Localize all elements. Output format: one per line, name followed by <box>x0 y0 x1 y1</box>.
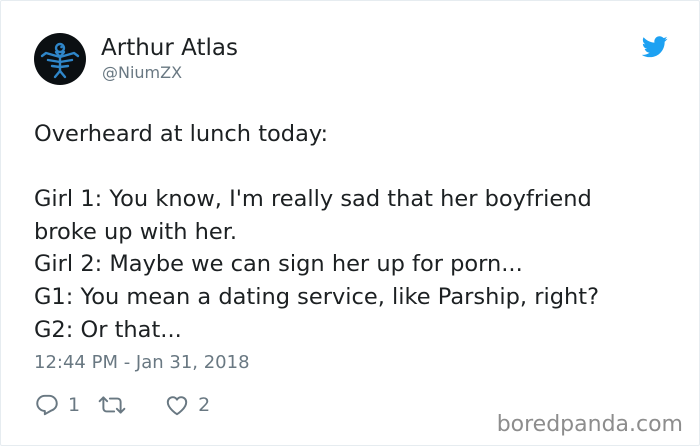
tweet-actions: 1 2 <box>34 391 210 419</box>
like-button[interactable]: 2 <box>164 392 210 418</box>
reply-button[interactable]: 1 <box>34 392 80 418</box>
watermark: boredpanda.com <box>496 412 683 437</box>
tweet-text: Overheard at lunch today: Girl 1: You kn… <box>34 118 674 346</box>
reply-count: 1 <box>68 394 81 416</box>
tweet-line: broke up with her. <box>34 218 238 245</box>
retweet-icon <box>98 392 126 418</box>
tweet-line: Girl 1: You know, I'm really sad that he… <box>34 186 592 213</box>
retweet-button[interactable] <box>98 392 134 418</box>
tweet-timestamp[interactable]: 12:44 PM - Jan 31, 2018 <box>34 351 250 375</box>
tweet-line: G2: Or that... <box>34 316 182 343</box>
blue-bird-emblem-icon <box>40 42 80 79</box>
tweet-line: Overheard at lunch today: <box>34 121 329 147</box>
twitter-bird-icon[interactable] <box>641 36 668 58</box>
tweet-line: G1: You mean a dating service, like Pars… <box>34 283 600 310</box>
tweet-line: Girl 2: Maybe we can sign her up for por… <box>34 251 523 278</box>
heart-icon <box>164 392 190 418</box>
display-name[interactable]: Arthur Atlas <box>101 34 238 62</box>
avatar[interactable] <box>34 33 86 85</box>
user-handle[interactable]: @NiumZX <box>102 63 182 83</box>
reply-icon <box>34 392 60 418</box>
like-count: 2 <box>198 394 211 416</box>
tweet-card: Arthur Atlas @NiumZX Overheard at lunch … <box>0 0 700 446</box>
